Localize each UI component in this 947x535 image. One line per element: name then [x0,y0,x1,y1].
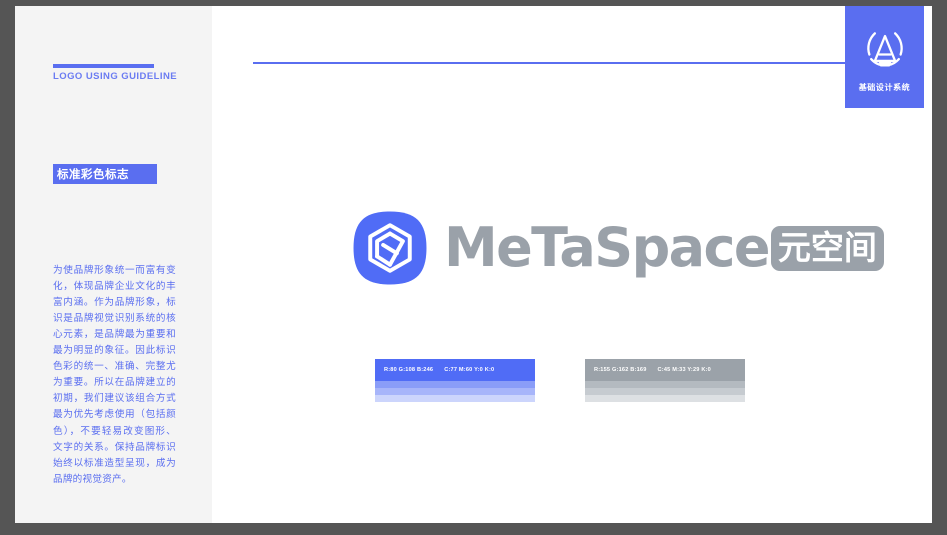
sidebar: LOGO USING GUIDELINE 标准彩色标志 为使品牌形象统一而富有变… [15,6,212,523]
wordmark: MeTaSpace 元空间 [444,221,884,275]
color-swatch-primary-blue: R:80 G:108 B:246 C:77 M:60 Y:0 K:0 [375,359,535,402]
swatch-tint-band [585,395,745,402]
swatch-main-band: R:155 G:162 B:169 C:45 M:33 Y:29 K:0 [585,359,745,381]
sidebar-body-copy: 为使品牌形象统一而富有变化，体现品牌企业文化的丰富内涵。作为品牌形象，标识是品牌… [53,264,176,485]
corner-badge-label: 基础设计系统 [858,83,911,92]
header-rule-divider [253,62,857,64]
logo-lockup: MeTaSpace 元空间 [352,210,884,286]
swatch-tint-band [375,388,535,395]
swatch-tint-band [585,388,745,395]
a-monogram-logo-icon [866,32,903,67]
main-canvas: 基础设计系统 MeTaSpace 元空间 R:80 G:108 B:246 C:… [212,6,932,523]
wordmark-cjk-text: 元空间 [770,225,884,271]
guideline-page: LOGO USING GUIDELINE 标准彩色标志 为使品牌形象统一而富有变… [15,6,932,523]
swatch-cmyk-label: C:45 M:33 Y:29 K:0 [657,367,711,373]
corner-badge: 基础设计系统 [845,6,924,108]
brand-rule-divider [53,64,154,68]
wordmark-latin-text: MeTaSpace [444,216,771,279]
brand-kicker-label: LOGO USING GUIDELINE [53,71,178,82]
swatch-tint-band [375,381,535,388]
swatch-tint-band [375,395,535,402]
swatch-rgb-label: R:80 G:108 B:246 [384,367,434,373]
swatch-main-band: R:80 G:108 B:246 C:77 M:60 Y:0 K:0 [375,359,535,381]
section-tag-standard-color-logo: 标准彩色标志 [53,164,157,184]
color-swatch-secondary-gray: R:155 G:162 B:169 C:45 M:33 Y:29 K:0 [585,359,745,402]
hexagon-knot-logomark-icon [353,211,427,285]
swatch-cmyk-label: C:77 M:60 Y:0 K:0 [444,367,495,373]
swatch-tint-band [585,381,745,388]
swatch-rgb-label: R:155 G:162 B:169 [594,367,647,373]
